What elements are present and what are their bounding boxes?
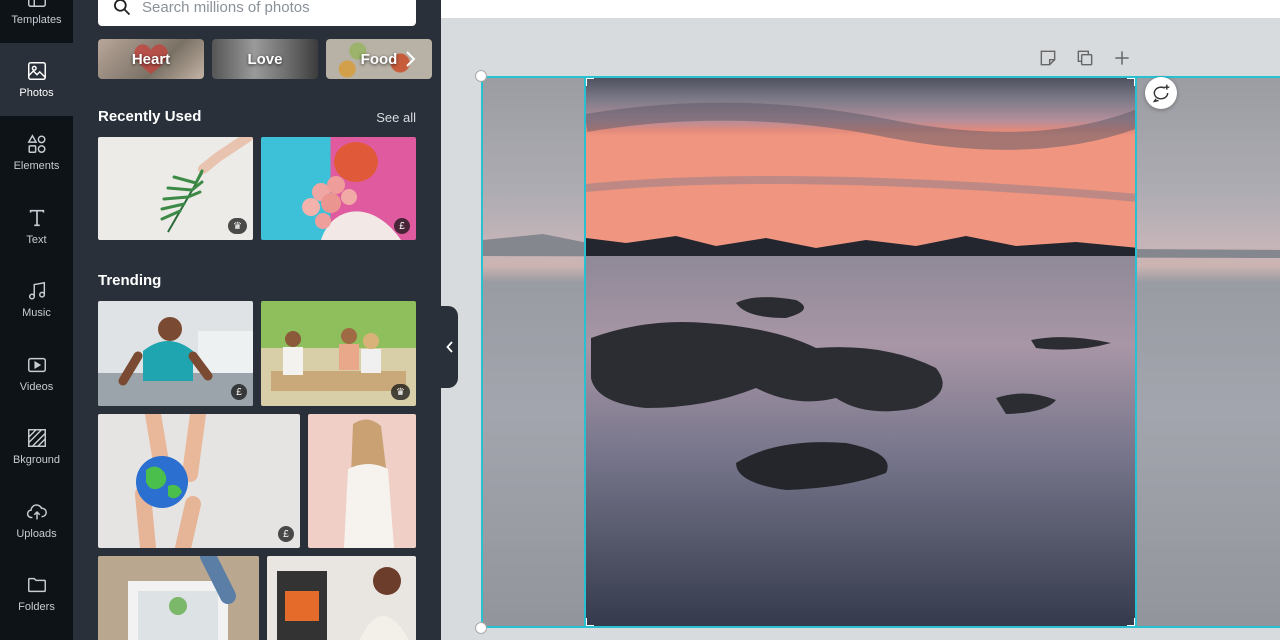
rail-item-label: Templates bbox=[11, 14, 62, 26]
premium-badge: ♛ bbox=[391, 384, 410, 400]
photo-thumb[interactable] bbox=[98, 556, 259, 640]
photo-thumb[interactable]: ♛ bbox=[98, 137, 253, 240]
text-icon bbox=[29, 209, 44, 227]
rail-item-label: Photos bbox=[19, 87, 54, 99]
woman-roses-image bbox=[302, 142, 401, 240]
crop-corner-bottom-left[interactable] bbox=[586, 618, 594, 626]
hands-globe-image bbox=[135, 414, 206, 548]
rail-item-elements[interactable]: Elements bbox=[0, 116, 73, 189]
comment-add-icon bbox=[1152, 84, 1170, 103]
chip-love[interactable]: Love bbox=[212, 39, 318, 79]
chips-next-button[interactable] bbox=[400, 39, 420, 79]
paid-badge: £ bbox=[278, 526, 294, 542]
rail-item-label: Music bbox=[22, 307, 51, 319]
woman-fireplace-image bbox=[277, 567, 409, 640]
rail-item-templates[interactable]: Templates bbox=[0, 0, 73, 43]
photo-thumb[interactable] bbox=[267, 556, 416, 640]
duplicate-icon bbox=[1077, 50, 1093, 66]
rail-item-photos[interactable]: Photos bbox=[0, 43, 73, 116]
photo-thumb[interactable]: £ bbox=[98, 301, 253, 406]
top-bar bbox=[441, 0, 1280, 18]
paid-badge: £ bbox=[231, 384, 247, 400]
paid-badge: £ bbox=[394, 218, 410, 234]
trending-title: Trending bbox=[98, 272, 162, 289]
selected-photo[interactable] bbox=[584, 76, 1137, 628]
premium-badge: ♛ bbox=[228, 218, 247, 234]
chip-heart[interactable]: Heart bbox=[98, 39, 204, 79]
rail-item-label: Bkground bbox=[12, 454, 61, 466]
search-input[interactable] bbox=[142, 0, 402, 16]
uploads-icon bbox=[26, 504, 47, 520]
rail-item-text[interactable]: Text bbox=[0, 190, 73, 263]
photos-icon bbox=[27, 62, 46, 80]
rail-item-label: Videos bbox=[19, 381, 54, 393]
rail-item-folders[interactable]: Folders bbox=[0, 557, 73, 630]
crop-corner-top-right[interactable] bbox=[1127, 78, 1135, 86]
search-icon bbox=[114, 0, 131, 16]
rail-item-label: Uploads bbox=[16, 528, 57, 540]
photos-panel: Heart Love Food Recently Used See all ♛ … bbox=[73, 0, 441, 640]
photo-thumb[interactable] bbox=[308, 414, 416, 548]
side-rail: Templates Photos Elements Text Music Vid… bbox=[0, 0, 73, 640]
crop-corner-bottom-right[interactable] bbox=[1127, 618, 1135, 626]
rail-item-label: Elements bbox=[13, 160, 60, 172]
duplicate-page-button[interactable] bbox=[1075, 48, 1095, 68]
photo-thumb[interactable]: £ bbox=[98, 414, 300, 548]
rail-item-videos[interactable]: Videos bbox=[0, 337, 73, 410]
seascape-photo bbox=[586, 78, 1135, 626]
chip-label: Heart bbox=[131, 50, 171, 68]
add-comment-button[interactable] bbox=[1145, 77, 1177, 109]
rail-item-label: Text bbox=[26, 234, 47, 246]
rail-item-label: Folders bbox=[18, 601, 55, 613]
rail-item-background[interactable]: Bkground bbox=[0, 410, 73, 483]
add-page-icon bbox=[1115, 51, 1129, 65]
elements-icon bbox=[26, 134, 46, 153]
photo-thumb[interactable]: £ bbox=[261, 137, 416, 240]
resize-handle-top-left[interactable] bbox=[475, 70, 487, 82]
videos-icon bbox=[27, 357, 46, 373]
notes-icon bbox=[1040, 50, 1056, 66]
chevron-left-icon bbox=[445, 341, 453, 353]
folders-icon bbox=[27, 577, 46, 593]
crop-corner-top-left[interactable] bbox=[586, 78, 594, 86]
chip-label: Food bbox=[360, 50, 398, 68]
templates-icon bbox=[27, 0, 46, 7]
woman-pink-wall-image bbox=[344, 419, 394, 548]
chip-label: Love bbox=[247, 50, 283, 68]
add-page-button[interactable] bbox=[1112, 48, 1132, 68]
rail-item-music[interactable]: Music bbox=[0, 263, 73, 336]
notes-button[interactable] bbox=[1038, 48, 1058, 68]
see-all-link[interactable]: See all bbox=[376, 110, 416, 125]
chevron-right-icon bbox=[406, 51, 416, 67]
search-box[interactable] bbox=[98, 0, 416, 26]
rail-item-uploads[interactable]: Uploads bbox=[0, 484, 73, 557]
photo-thumb[interactable]: ♛ bbox=[261, 301, 416, 406]
man-kitchen-image bbox=[98, 317, 253, 406]
resize-handle-bottom-left[interactable] bbox=[475, 622, 487, 634]
collapse-panel-button[interactable] bbox=[441, 306, 458, 388]
background-icon bbox=[27, 429, 46, 447]
kitchen-sink-image bbox=[98, 556, 259, 640]
music-icon bbox=[28, 281, 45, 300]
recently-used-title: Recently Used bbox=[98, 108, 202, 125]
